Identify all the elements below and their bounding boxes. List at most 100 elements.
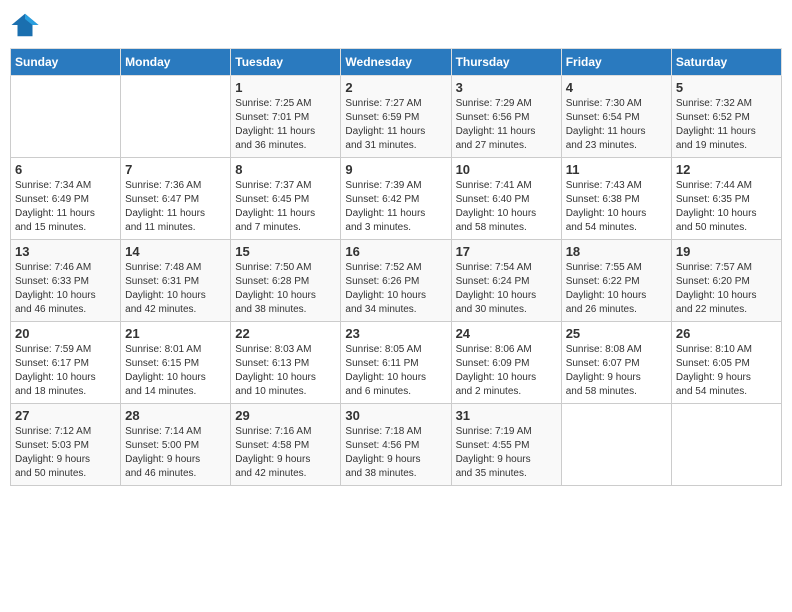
- day-number: 28: [125, 408, 226, 423]
- calendar-cell: 21 Sunrise: 8:01 AM Sunset: 6:15 PM Dayli…: [121, 322, 231, 404]
- day-info: Sunrise: 8:01 AM Sunset: 6:15 PM Dayligh…: [125, 343, 226, 399]
- day-number: 25: [566, 326, 667, 341]
- calendar-cell: 31 Sunrise: 7:19 AM Sunset: 4:55 PM Dayli…: [451, 404, 561, 486]
- logo-icon: [10, 10, 40, 40]
- day-info: Sunrise: 8:10 AM Sunset: 6:05 PM Dayligh…: [676, 343, 777, 399]
- weekday-header-monday: Monday: [121, 49, 231, 76]
- calendar-cell: 8Sunrise: 7:37 AM Sunset: 6:45 PM Daylig…: [231, 158, 341, 240]
- calendar-cell: 15 Sunrise: 7:50 AM Sunset: 6:28 PM Dayli…: [231, 240, 341, 322]
- calendar-cell: 19 Sunrise: 7:57 AM Sunset: 6:20 PM Dayli…: [671, 240, 781, 322]
- calendar-cell: 9 Sunrise: 7:39 AM Sunset: 6:42 PM Daylig…: [341, 158, 451, 240]
- week-row-4: 20 Sunrise: 7:59 AM Sunset: 6:17 PM Dayli…: [11, 322, 782, 404]
- day-number: 1: [235, 80, 336, 95]
- day-info: Sunrise: 8:08 AM Sunset: 6:07 PM Dayligh…: [566, 343, 667, 399]
- calendar-cell: 18Sunrise: 7:55 AM Sunset: 6:22 PM Dayli…: [561, 240, 671, 322]
- day-info: Sunrise: 7:29 AM Sunset: 6:56 PM Dayligh…: [456, 97, 557, 153]
- calendar-cell: 12 Sunrise: 7:44 AM Sunset: 6:35 PM Dayli…: [671, 158, 781, 240]
- calendar-cell: 6 Sunrise: 7:34 AM Sunset: 6:49 PM Daylig…: [11, 158, 121, 240]
- calendar-cell: 14 Sunrise: 7:48 AM Sunset: 6:31 PM Dayli…: [121, 240, 231, 322]
- day-number: 18: [566, 244, 667, 259]
- calendar-cell: 5 Sunrise: 7:32 AM Sunset: 6:52 PM Daylig…: [671, 76, 781, 158]
- calendar-cell: 2 Sunrise: 7:27 AM Sunset: 6:59 PM Daylig…: [341, 76, 451, 158]
- calendar-cell: 4Sunrise: 7:30 AM Sunset: 6:54 PM Daylig…: [561, 76, 671, 158]
- week-row-1: 1 Sunrise: 7:25 AM Sunset: 7:01 PM Daylig…: [11, 76, 782, 158]
- day-info: Sunrise: 7:36 AM Sunset: 6:47 PM Dayligh…: [125, 179, 226, 235]
- day-number: 15: [235, 244, 336, 259]
- day-number: 11: [566, 162, 667, 177]
- calendar-cell: [121, 76, 231, 158]
- calendar-cell: 13 Sunrise: 7:46 AM Sunset: 6:33 PM Dayli…: [11, 240, 121, 322]
- weekday-header-tuesday: Tuesday: [231, 49, 341, 76]
- day-number: 19: [676, 244, 777, 259]
- day-info: Sunrise: 7:43 AM Sunset: 6:38 PM Dayligh…: [566, 179, 667, 235]
- day-info: Sunrise: 7:12 AM Sunset: 5:03 PM Dayligh…: [15, 425, 116, 481]
- day-info: Sunrise: 7:54 AM Sunset: 6:24 PM Dayligh…: [456, 261, 557, 317]
- calendar-table: SundayMondayTuesdayWednesdayThursdayFrid…: [10, 48, 782, 486]
- calendar-cell: 3 Sunrise: 7:29 AM Sunset: 6:56 PM Daylig…: [451, 76, 561, 158]
- day-number: 17: [456, 244, 557, 259]
- calendar-cell: 20 Sunrise: 7:59 AM Sunset: 6:17 PM Dayli…: [11, 322, 121, 404]
- day-info: Sunrise: 7:14 AM Sunset: 5:00 PM Dayligh…: [125, 425, 226, 481]
- day-number: 2: [345, 80, 446, 95]
- header: [10, 10, 782, 40]
- calendar-cell: 10 Sunrise: 7:41 AM Sunset: 6:40 PM Dayli…: [451, 158, 561, 240]
- day-info: Sunrise: 8:03 AM Sunset: 6:13 PM Dayligh…: [235, 343, 336, 399]
- day-info: Sunrise: 7:19 AM Sunset: 4:55 PM Dayligh…: [456, 425, 557, 481]
- weekday-header-sunday: Sunday: [11, 49, 121, 76]
- day-info: Sunrise: 7:50 AM Sunset: 6:28 PM Dayligh…: [235, 261, 336, 317]
- calendar-cell: 27 Sunrise: 7:12 AM Sunset: 5:03 PM Dayli…: [11, 404, 121, 486]
- day-info: Sunrise: 7:27 AM Sunset: 6:59 PM Dayligh…: [345, 97, 446, 153]
- day-info: Sunrise: 7:57 AM Sunset: 6:20 PM Dayligh…: [676, 261, 777, 317]
- day-info: Sunrise: 7:59 AM Sunset: 6:17 PM Dayligh…: [15, 343, 116, 399]
- calendar-cell: [671, 404, 781, 486]
- day-number: 14: [125, 244, 226, 259]
- day-number: 9: [345, 162, 446, 177]
- day-info: Sunrise: 7:39 AM Sunset: 6:42 PM Dayligh…: [345, 179, 446, 235]
- day-info: Sunrise: 7:32 AM Sunset: 6:52 PM Dayligh…: [676, 97, 777, 153]
- calendar-cell: 29Sunrise: 7:16 AM Sunset: 4:58 PM Dayli…: [231, 404, 341, 486]
- weekday-header-row: SundayMondayTuesdayWednesdayThursdayFrid…: [11, 49, 782, 76]
- calendar-cell: 25 Sunrise: 8:08 AM Sunset: 6:07 PM Dayli…: [561, 322, 671, 404]
- calendar-cell: 30 Sunrise: 7:18 AM Sunset: 4:56 PM Dayli…: [341, 404, 451, 486]
- day-number: 27: [15, 408, 116, 423]
- day-info: Sunrise: 7:34 AM Sunset: 6:49 PM Dayligh…: [15, 179, 116, 235]
- day-number: 20: [15, 326, 116, 341]
- day-number: 13: [15, 244, 116, 259]
- day-number: 21: [125, 326, 226, 341]
- calendar-cell: 7Sunrise: 7:36 AM Sunset: 6:47 PM Daylig…: [121, 158, 231, 240]
- weekday-header-thursday: Thursday: [451, 49, 561, 76]
- day-number: 3: [456, 80, 557, 95]
- calendar-cell: [11, 76, 121, 158]
- day-info: Sunrise: 7:46 AM Sunset: 6:33 PM Dayligh…: [15, 261, 116, 317]
- calendar-cell: 17 Sunrise: 7:54 AM Sunset: 6:24 PM Dayli…: [451, 240, 561, 322]
- weekday-header-wednesday: Wednesday: [341, 49, 451, 76]
- day-number: 8: [235, 162, 336, 177]
- logo: [10, 10, 44, 40]
- day-number: 31: [456, 408, 557, 423]
- calendar-cell: 24 Sunrise: 8:06 AM Sunset: 6:09 PM Dayli…: [451, 322, 561, 404]
- calendar-cell: 16Sunrise: 7:52 AM Sunset: 6:26 PM Dayli…: [341, 240, 451, 322]
- week-row-3: 13 Sunrise: 7:46 AM Sunset: 6:33 PM Dayli…: [11, 240, 782, 322]
- calendar-cell: 11 Sunrise: 7:43 AM Sunset: 6:38 PM Dayli…: [561, 158, 671, 240]
- day-number: 10: [456, 162, 557, 177]
- day-info: Sunrise: 7:48 AM Sunset: 6:31 PM Dayligh…: [125, 261, 226, 317]
- calendar-cell: [561, 404, 671, 486]
- calendar-cell: 26 Sunrise: 8:10 AM Sunset: 6:05 PM Dayli…: [671, 322, 781, 404]
- day-number: 23: [345, 326, 446, 341]
- day-number: 12: [676, 162, 777, 177]
- day-info: Sunrise: 7:16 AM Sunset: 4:58 PM Dayligh…: [235, 425, 336, 481]
- day-number: 5: [676, 80, 777, 95]
- calendar-cell: 23Sunrise: 8:05 AM Sunset: 6:11 PM Dayli…: [341, 322, 451, 404]
- day-number: 30: [345, 408, 446, 423]
- day-info: Sunrise: 7:30 AM Sunset: 6:54 PM Dayligh…: [566, 97, 667, 153]
- day-info: Sunrise: 8:06 AM Sunset: 6:09 PM Dayligh…: [456, 343, 557, 399]
- day-info: Sunrise: 7:18 AM Sunset: 4:56 PM Dayligh…: [345, 425, 446, 481]
- day-info: Sunrise: 7:44 AM Sunset: 6:35 PM Dayligh…: [676, 179, 777, 235]
- day-number: 6: [15, 162, 116, 177]
- day-info: Sunrise: 7:41 AM Sunset: 6:40 PM Dayligh…: [456, 179, 557, 235]
- day-number: 24: [456, 326, 557, 341]
- day-info: Sunrise: 7:25 AM Sunset: 7:01 PM Dayligh…: [235, 97, 336, 153]
- day-number: 26: [676, 326, 777, 341]
- weekday-header-friday: Friday: [561, 49, 671, 76]
- week-row-2: 6 Sunrise: 7:34 AM Sunset: 6:49 PM Daylig…: [11, 158, 782, 240]
